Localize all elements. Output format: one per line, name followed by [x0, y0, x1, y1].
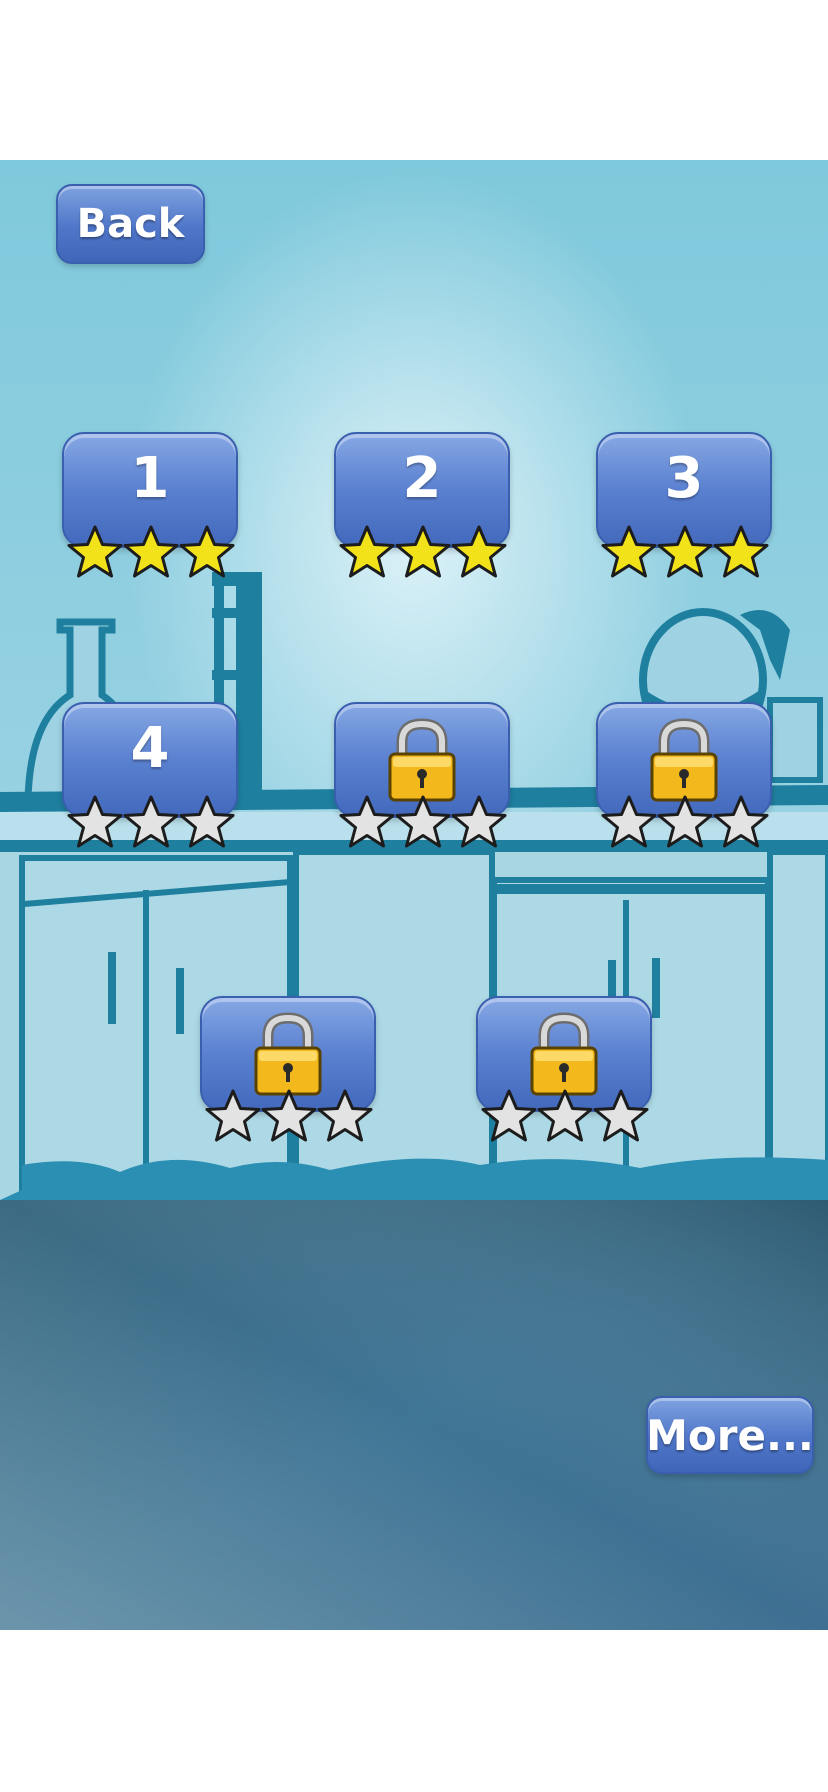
star-empty-icon	[123, 795, 179, 848]
star-empty-icon	[537, 1089, 593, 1142]
level-7-button	[200, 996, 376, 1146]
level-star-rating	[601, 795, 769, 848]
level-4-button[interactable]: 4	[62, 702, 238, 852]
star-filled-icon	[601, 525, 657, 578]
padlock-icon	[388, 718, 456, 802]
level-number: 3	[664, 446, 704, 511]
star-filled-icon	[395, 525, 451, 578]
star-empty-icon	[67, 795, 123, 848]
star-empty-icon	[179, 795, 235, 848]
star-empty-icon	[395, 795, 451, 848]
level-star-rating	[481, 1089, 649, 1142]
star-filled-icon	[67, 525, 123, 578]
level-2-button[interactable]: 2	[334, 432, 510, 582]
star-empty-icon	[713, 795, 769, 848]
star-filled-icon	[339, 525, 395, 578]
level-1-button[interactable]: 1	[62, 432, 238, 582]
level-8-button	[476, 996, 652, 1146]
star-empty-icon	[317, 1089, 373, 1142]
level-number: 2	[402, 446, 442, 511]
star-filled-icon	[451, 525, 507, 578]
star-filled-icon	[713, 525, 769, 578]
level-star-rating	[601, 525, 769, 578]
padlock-icon	[530, 1012, 598, 1096]
star-empty-icon	[657, 795, 713, 848]
level-star-rating	[67, 525, 235, 578]
level-number: 1	[130, 446, 170, 511]
star-filled-icon	[657, 525, 713, 578]
star-empty-icon	[481, 1089, 537, 1142]
padlock-icon	[254, 1012, 322, 1096]
star-empty-icon	[601, 795, 657, 848]
star-empty-icon	[593, 1089, 649, 1142]
level-6-button	[596, 702, 772, 852]
level-3-button[interactable]: 3	[596, 432, 772, 582]
level-number: 4	[130, 716, 170, 781]
star-filled-icon	[123, 525, 179, 578]
level-star-rating	[339, 525, 507, 578]
star-empty-icon	[205, 1089, 261, 1142]
star-empty-icon	[339, 795, 395, 848]
level-star-rating	[339, 795, 507, 848]
more-button[interactable]: More...	[646, 1396, 814, 1474]
back-button[interactable]: Back	[56, 184, 205, 264]
star-empty-icon	[261, 1089, 317, 1142]
level-star-rating	[205, 1089, 373, 1142]
padlock-icon	[650, 718, 718, 802]
level-star-rating	[67, 795, 235, 848]
level-select-screen: Back 1 2 3 4 More...	[0, 160, 828, 1630]
level-5-button	[334, 702, 510, 852]
star-filled-icon	[179, 525, 235, 578]
star-empty-icon	[451, 795, 507, 848]
